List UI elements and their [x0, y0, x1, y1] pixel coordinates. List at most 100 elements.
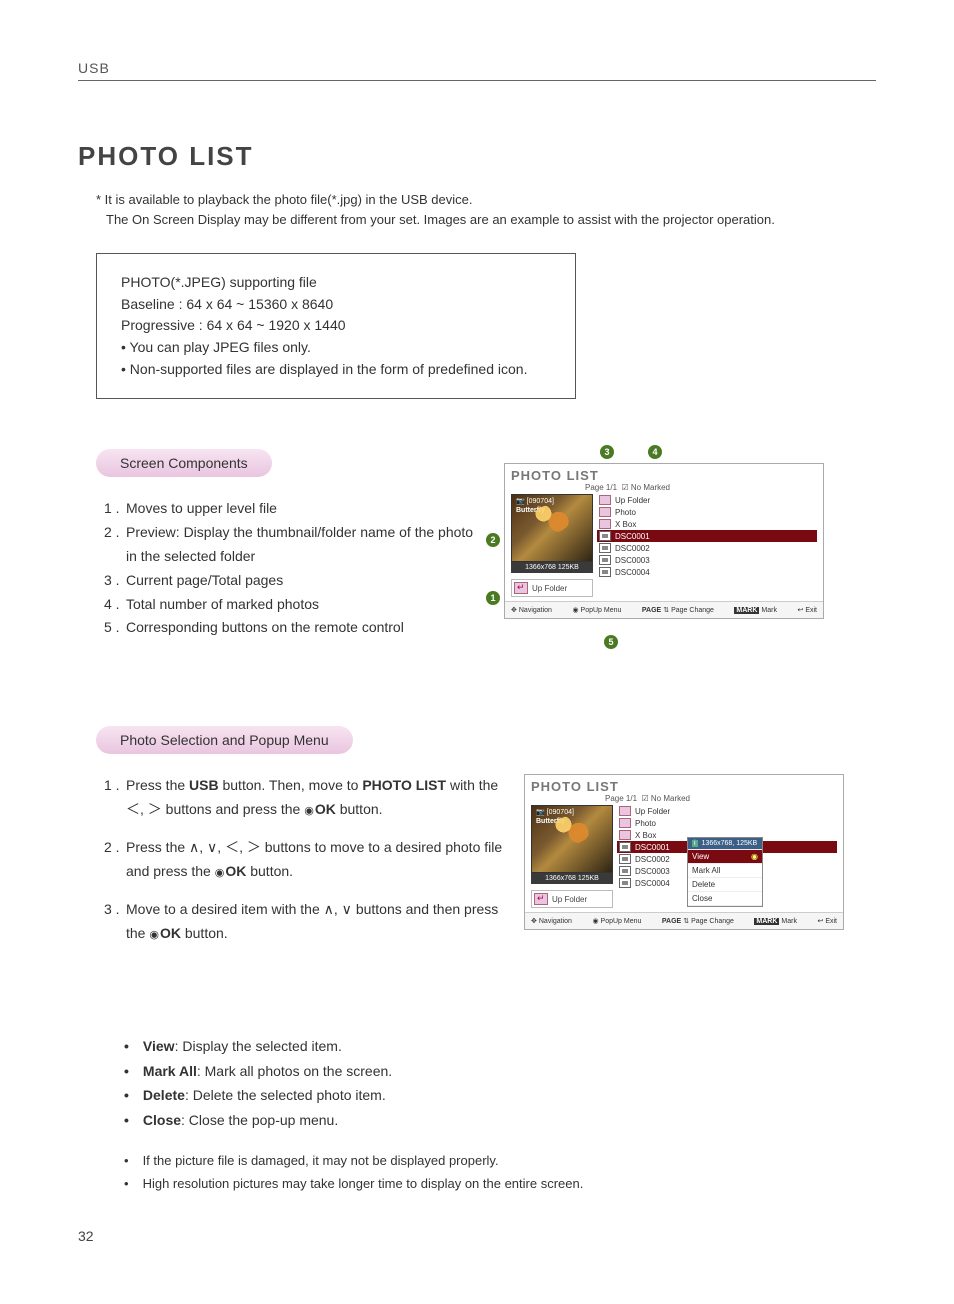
- sc-item-2: Preview: Display the thumbnail/folder na…: [126, 521, 484, 569]
- osd2-preview: 📷 [090704] Butterfly 1366x768 125KB Up F…: [531, 805, 613, 908]
- osd1-foot-nav: ✥ Navigation: [511, 606, 552, 614]
- desc-view: View: Display the selected item.: [124, 1034, 876, 1059]
- osd1-row-dsc0002[interactable]: DSC0002: [597, 542, 817, 554]
- support-bullet-1: • You can play JPEG files only.: [121, 337, 551, 359]
- osd2-foot-mark: MARK Mark: [754, 918, 797, 925]
- osd2-row-upfolder[interactable]: Up Folder: [617, 805, 837, 817]
- osd2-upfolder-button[interactable]: Up Folder: [531, 890, 613, 908]
- osd2-title: PHOTO LIST: [525, 775, 843, 794]
- step-3: Move to a desired item with the ∧, ∨ but…: [126, 898, 504, 946]
- screen-components-list: 1 .Moves to upper level file 2 .Preview:…: [104, 497, 484, 640]
- osd1-preview: 📷 [090704] Butterfly 1366x768 125KB Up F…: [511, 494, 593, 597]
- osd1-upfolder-button[interactable]: Up Folder: [511, 579, 593, 597]
- osd2-preview-folder: 📷 [090704]: [536, 808, 574, 816]
- support-box: PHOTO(*.JPEG) supporting file Baseline :…: [96, 253, 576, 399]
- osd2-page: Page 1/1: [605, 794, 637, 803]
- osd1-row-upfolder[interactable]: Up Folder: [597, 494, 817, 506]
- folder-icon: [619, 830, 631, 840]
- intro-text: * It is available to playback the photo …: [96, 190, 876, 229]
- callout-3: 3: [600, 445, 614, 459]
- osd2-footer: ✥ Navigation ◉ PopUp Menu PAGE⇅ Page Cha…: [525, 912, 843, 929]
- support-line-1: PHOTO(*.JPEG) supporting file: [121, 272, 551, 294]
- sc-item-1: Moves to upper level file: [126, 497, 277, 521]
- support-line-3: Progressive : 64 x 64 ~ 1920 x 1440: [121, 315, 551, 337]
- picture-icon: [619, 854, 631, 864]
- intro-line-2: The On Screen Display may be different f…: [106, 210, 876, 230]
- support-bullet-2: • Non-supported files are displayed in t…: [121, 359, 551, 381]
- note-1: If the picture file is damaged, it may n…: [124, 1150, 876, 1173]
- step-2: Press the ∧, ∨, ＜, ＞ buttons to move to …: [126, 836, 504, 884]
- osd2-foot-nav: ✥ Navigation: [531, 917, 572, 925]
- osd1-foot-popup: ◉ PopUp Menu: [572, 606, 621, 614]
- folder-icon: [619, 818, 631, 828]
- step-1: Press the USB button. Then, move to PHOT…: [126, 774, 504, 822]
- sc-item-3: Current page/Total pages: [126, 569, 283, 593]
- osd2-preview-meta: 1366x768 125KB: [531, 873, 613, 884]
- header-rule: [78, 80, 876, 81]
- folder-icon: [599, 495, 611, 505]
- folder-icon: [599, 507, 611, 517]
- osd1-row-xbox[interactable]: X Box: [597, 518, 817, 530]
- osd1-footer: ✥ Navigation ◉ PopUp Menu PAGE⇅ Page Cha…: [505, 601, 823, 618]
- picture-icon: [599, 531, 611, 541]
- popup-markall[interactable]: Mark All: [688, 864, 762, 878]
- osd1-foot-mark: MARK Mark: [734, 607, 777, 614]
- popup-delete[interactable]: Delete: [688, 878, 762, 892]
- header-section-label: USB: [78, 60, 876, 76]
- callout-1: 1: [486, 591, 500, 605]
- popup-info: i1366x768, 125KB: [688, 838, 762, 850]
- support-line-2: Baseline : 64 x 64 ~ 15360 x 8640: [121, 294, 551, 316]
- folder-icon: [619, 806, 631, 816]
- osd-screenshot-2: PHOTO LIST Page 1/1 ☑ No Marked 📷 [09070…: [524, 774, 860, 930]
- section-heading-screen-components: Screen Components: [96, 449, 272, 477]
- picture-icon: [599, 543, 611, 553]
- osd2-foot-page: PAGE⇅ Page Change: [662, 917, 734, 925]
- desc-markall: Mark All: Mark all photos on the screen.: [124, 1059, 876, 1084]
- callout-2: 2: [486, 533, 500, 547]
- notes-list: If the picture file is damaged, it may n…: [124, 1150, 876, 1196]
- osd1-marked: No Marked: [631, 483, 670, 492]
- osd1-row-photo[interactable]: Photo: [597, 506, 817, 518]
- osd2-foot-exit: ↩ Exit: [817, 917, 837, 925]
- osd2-marked: No Marked: [651, 794, 690, 803]
- upfolder-icon: [534, 893, 548, 905]
- osd2-foot-popup: ◉ PopUp Menu: [592, 917, 641, 925]
- osd1-row-dsc0004[interactable]: DSC0004: [597, 566, 817, 578]
- picture-icon: [619, 842, 631, 852]
- sc-item-4: Total number of marked photos: [126, 593, 319, 617]
- upfolder-icon: [514, 582, 528, 594]
- popup-close[interactable]: Close: [688, 892, 762, 906]
- desc-delete: Delete: Delete the selected photo item.: [124, 1083, 876, 1108]
- desc-close: Close: Close the pop-up menu.: [124, 1108, 876, 1133]
- osd2-upfolder-label: Up Folder: [552, 895, 587, 904]
- photo-selection-steps: 1 . Press the USB button. Then, move to …: [104, 774, 504, 960]
- osd1-page: Page 1/1: [585, 483, 617, 492]
- osd1-title: PHOTO LIST: [505, 464, 823, 483]
- note-2: High resolution pictures may take longer…: [124, 1173, 876, 1196]
- folder-icon: [599, 519, 611, 529]
- callout-4: 4: [648, 445, 662, 459]
- intro-line-1: * It is available to playback the photo …: [96, 190, 876, 210]
- osd-screenshot-1: 3 4 2 1 5 PHOTO LIST Page 1/1 ☑ No Marke…: [504, 463, 840, 619]
- osd2-row-photo[interactable]: Photo: [617, 817, 837, 829]
- picture-icon: [599, 555, 611, 565]
- osd1-file-list: Up Folder Photo X Box DSC0001 DSC0002 DS…: [597, 494, 817, 597]
- popup-description-list: View: Display the selected item. Mark Al…: [124, 1034, 876, 1132]
- osd1-foot-page: PAGE⇅ Page Change: [642, 606, 714, 614]
- osd1-foot-exit: ↩ Exit: [797, 606, 817, 614]
- page-title: PHOTO LIST: [78, 141, 876, 172]
- callout-5: 5: [604, 635, 618, 649]
- picture-icon: [599, 567, 611, 577]
- osd1-row-dsc0003[interactable]: DSC0003: [597, 554, 817, 566]
- osd1-preview-folder: 📷 [090704]: [516, 497, 554, 505]
- osd1-preview-meta: 1366x768 125KB: [511, 562, 593, 573]
- osd1-row-dsc0001[interactable]: DSC0001: [597, 530, 817, 542]
- osd2-preview-name: Butterfly: [536, 818, 565, 825]
- section-heading-photo-selection: Photo Selection and Popup Menu: [96, 726, 353, 754]
- page-number: 32: [78, 1228, 94, 1244]
- sc-item-5: Corresponding buttons on the remote cont…: [126, 616, 404, 640]
- popup-view[interactable]: View: [688, 850, 762, 864]
- picture-icon: [619, 878, 631, 888]
- picture-icon: [619, 866, 631, 876]
- osd1-preview-name: Butterfly: [516, 507, 545, 514]
